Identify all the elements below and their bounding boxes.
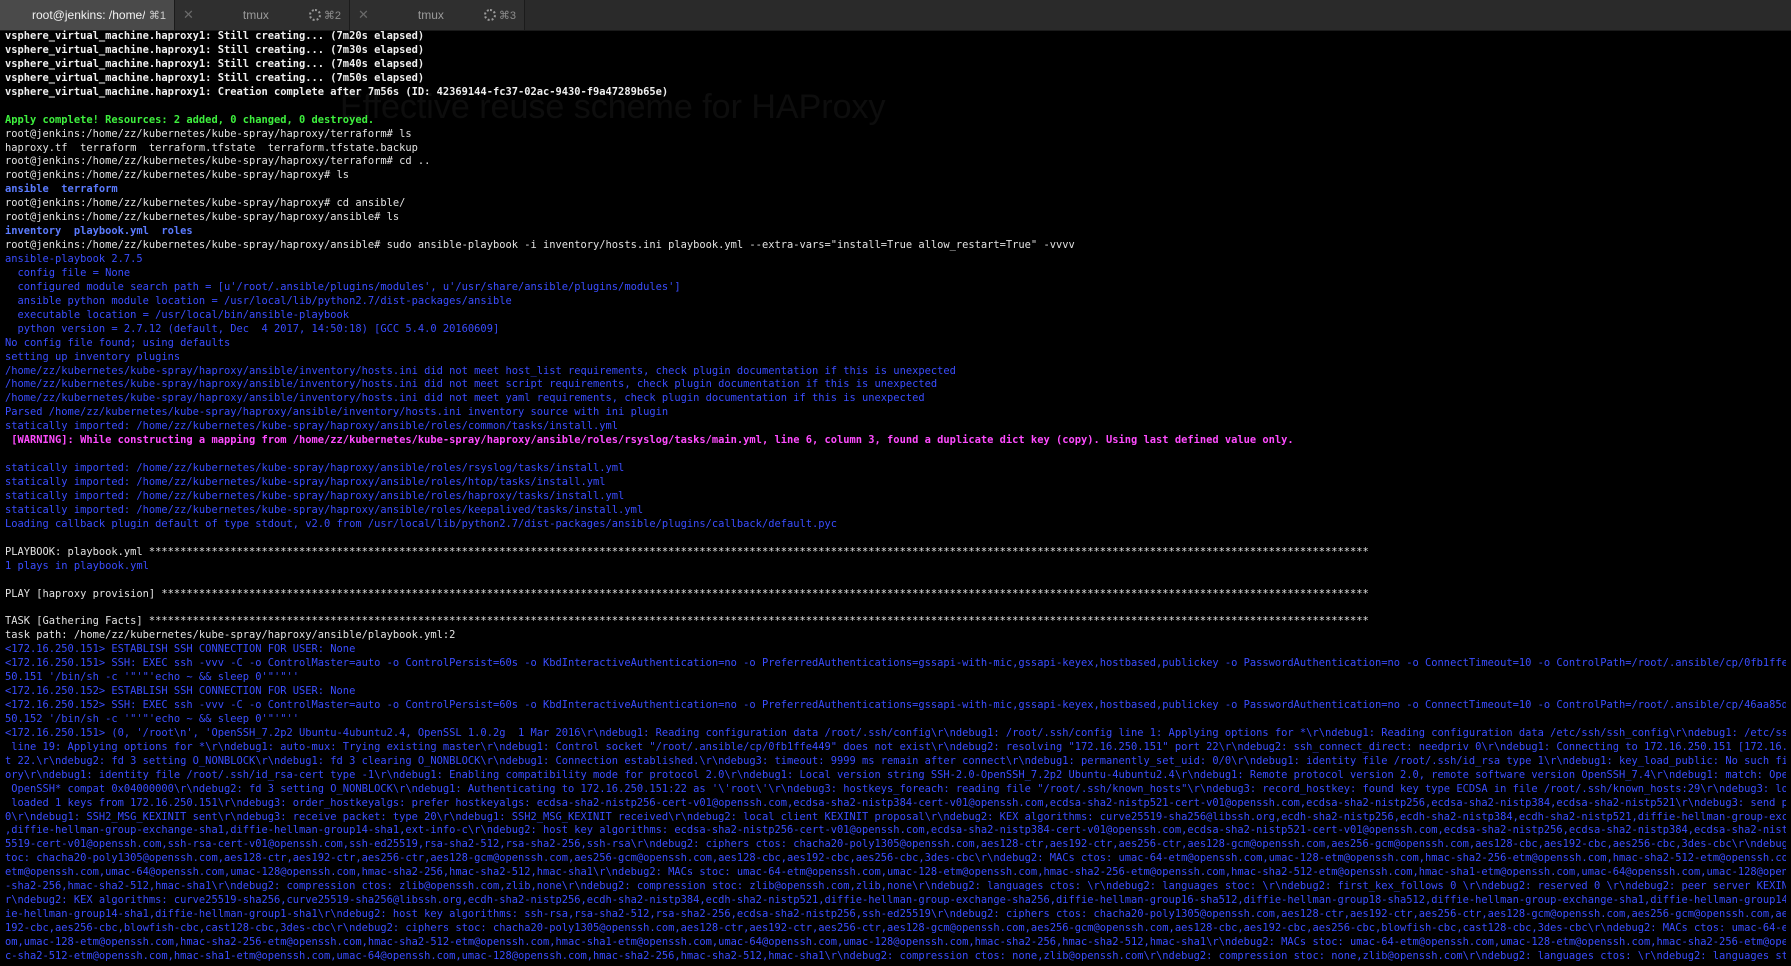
terminal-line: line 19: Applying options for *\r\ndebug… [5,740,1786,753]
terminal-line: root@jenkins:/home/zz/kubernetes/kube-sp… [5,197,406,210]
terminal-output[interactable]: vsphere_virtual_machine.haproxy1: Still … [0,30,1791,966]
terminal-line: OpenSSH* compat 0x04000000\r\ndebug2: fd… [5,782,1786,795]
terminal-line: <172.16.250.152> ESTABLISH SSH CONNECTIO… [5,685,356,698]
terminal-line: toc: chacha20-poly1305@openssh.com,aes12… [5,852,1786,865]
terminal-line: statically imported: /home/zz/kubernetes… [5,462,625,475]
terminal-line: vsphere_virtual_machine.haproxy1: Still … [5,30,425,42]
terminal-line: vsphere_virtual_machine.haproxy1: Still … [5,43,425,56]
tab-2-shortcut: ⌘2 [308,9,341,22]
terminal-tab-bar: root@jenkins: /home/... ⌘1 ✕ tmux ⌘2 ✕ t… [0,0,1791,31]
terminal-line: TASK [Gathering Facts] *****************… [5,615,1369,628]
terminal-line: task path: /home/zz/kubernetes/kube-spra… [5,629,456,642]
terminal-line: ,diffie-hellman-group-exchange-sha1,diff… [5,824,1786,837]
terminal-line: 0\r\ndebug1: SSH2_MSG_KEXINIT sent\r\nde… [5,810,1786,823]
terminal-line: vsphere_virtual_machine.haproxy1: Still … [5,71,425,84]
terminal-line: haproxy.tf terraform terraform.tfstate t… [5,141,418,154]
terminal-line: No config file found; using defaults [5,336,231,349]
tab-2-activity-spinner-icon [308,9,321,21]
terminal-line: <172.16.250.151> SSH: EXEC ssh -vvv -C -… [5,657,1786,670]
terminal-line: PLAY [haproxy provision] ***************… [5,587,1369,600]
terminal-line: statically imported: /home/zz/kubernetes… [5,503,644,516]
terminal-line: 5519-cert-v01@openssh.com,ssh-rsa-cert-v… [5,838,1786,851]
tab-bar-empty-area[interactable] [525,0,1791,30]
terminal-line: /home/zz/kubernetes/kube-spray/haproxy/a… [5,378,938,391]
terminal-line: [WARNING]: While constructing a mapping … [5,434,1294,447]
terminal-line: executable location = /usr/local/bin/ans… [5,308,350,321]
terminal-line: <172.16.250.151> ESTABLISH SSH CONNECTIO… [5,643,356,656]
tab-3-close-icon[interactable]: ✕ [358,7,372,23]
terminal-line: config file = None [5,266,131,279]
terminal-line: statically imported: /home/zz/kubernetes… [5,489,625,502]
terminal-line: Parsed /home/zz/kubernetes/kube-spray/ha… [5,406,669,419]
tab-3-shortcut: ⌘3 [483,9,516,22]
terminal-line: -sha2-256,hmac-sha2-512,hmac-sha1\r\ndeb… [5,880,1786,893]
terminal-line: 1 plays in playbook.yml [5,559,149,572]
terminal-line: 192-cbc,aes256-cbc,blowfish-cbc,cast128-… [5,922,1786,934]
terminal-line: ansible terraform [5,183,118,196]
terminal-line: Apply complete! Resources: 2 added, 0 ch… [5,113,375,126]
terminal-line: Loading callback plugin default of type … [5,517,838,530]
terminal-line: ie-hellman-group14-sha1,diffie-hellman-g… [5,908,1786,921]
terminal-line: ansible-playbook 2.7.5 [5,253,143,265]
tab-2-close-icon[interactable]: ✕ [183,7,197,23]
tab-3-activity-spinner-icon [483,9,496,21]
terminal-line: PLAYBOOK: playbook.yml *****************… [5,545,1369,558]
terminal-line: ansible python module location = /usr/lo… [5,294,512,307]
terminal-line: 50.151 '/bin/sh -c '"'"'echo ~ && sleep … [5,671,300,684]
terminal-line: t 22.\r\ndebug2: fd 3 setting O_NONBLOCK… [5,754,1786,767]
terminal-line: etm@openssh.com,umac-64@openssh.com,umac… [5,866,1786,879]
terminal-line: python version = 2.7.12 (default, Dec 4 … [5,322,500,335]
terminal-line: root@jenkins:/home/zz/kubernetes/kube-sp… [5,127,412,140]
terminal-line: ory\r\ndebug1: identity file /root/.ssh/… [5,768,1786,781]
tab-1-shortcut: ⌘1 [148,9,166,22]
tab-2-title: tmux [242,8,269,22]
terminal-line: <172.16.250.151> (0, '/root\n', 'OpenSSH… [5,726,1786,739]
tab-1[interactable]: root@jenkins: /home/... ⌘1 [0,0,175,30]
terminal-line: c-sha2-512-etm@openssh.com,hmac-sha1-etm… [5,949,1786,962]
terminal-line: statically imported: /home/zz/kubernetes… [5,420,619,433]
tab-1-title: root@jenkins: /home/... [32,8,145,22]
terminal-line: loaded 1 keys from 172.16.250.151\r\ndeb… [5,796,1786,809]
tab-2[interactable]: ✕ tmux ⌘2 [175,0,350,30]
terminal-line: root@jenkins:/home/zz/kubernetes/kube-sp… [5,239,1075,252]
terminal-line: setting up inventory plugins [5,350,181,363]
terminal-line: root@jenkins:/home/zz/kubernetes/kube-sp… [5,169,350,182]
terminal-line: inventory playbook.yml roles [5,225,193,238]
terminal-line: 50.152 '/bin/sh -c '"'"'echo ~ && sleep … [5,712,300,725]
terminal-line: configured module search path = [u'/root… [5,280,681,293]
terminal-line: <172.16.250.152> SSH: EXEC ssh -vvv -C -… [5,699,1786,711]
tab-3[interactable]: ✕ tmux ⌘3 [350,0,525,30]
terminal-line: /home/zz/kubernetes/kube-spray/haproxy/a… [5,364,956,377]
terminal-line: root@jenkins:/home/zz/kubernetes/kube-sp… [5,211,400,224]
terminal-line: /home/zz/kubernetes/kube-spray/haproxy/a… [5,392,925,405]
terminal-line: om,umac-128-etm@openssh.com,hmac-sha2-25… [5,935,1786,948]
terminal-line: root@jenkins:/home/zz/kubernetes/kube-sp… [5,155,431,168]
terminal-line: r\ndebug2: KEX algorithms: curve25519-sh… [5,894,1786,907]
terminal-line: vsphere_virtual_machine.haproxy1: Creati… [5,85,669,98]
terminal-line: vsphere_virtual_machine.haproxy1: Still … [5,57,425,70]
tab-3-title: tmux [417,8,444,22]
terminal-line: statically imported: /home/zz/kubernetes… [5,476,606,488]
